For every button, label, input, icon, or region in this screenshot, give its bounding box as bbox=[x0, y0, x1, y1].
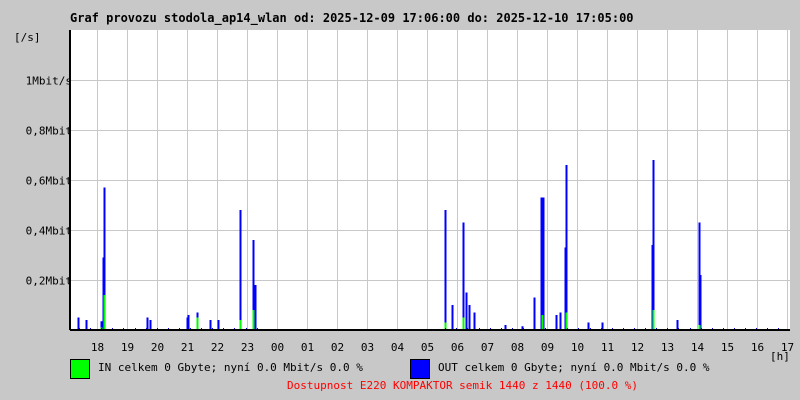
x-tick-label: 00 bbox=[271, 341, 284, 354]
x-tick-label: 22 bbox=[211, 341, 224, 354]
x-tick-label: 11 bbox=[601, 341, 614, 354]
x-tick-label: 09 bbox=[541, 341, 554, 354]
x-tick-label: 20 bbox=[151, 341, 164, 354]
y-axis-label: [/s] bbox=[14, 31, 41, 44]
x-tick-label: 23 bbox=[241, 341, 254, 354]
x-tick-label: 04 bbox=[391, 341, 405, 354]
availability-text: Dostupnost E220 KOMPAKTOR semik 1440 z 1… bbox=[287, 379, 638, 392]
x-tick-label: 05 bbox=[421, 341, 434, 354]
x-tick-label: 13 bbox=[661, 341, 674, 354]
x-tick-label: 15 bbox=[721, 341, 734, 354]
x-tick-label: 02 bbox=[331, 341, 344, 354]
x-tick-label: 14 bbox=[691, 341, 705, 354]
x-tick-label: 01 bbox=[301, 341, 314, 354]
y-tick-label: 0,8Mbit bbox=[26, 125, 72, 138]
y-tick-label: 0,4Mbit bbox=[26, 225, 72, 238]
x-tick-label: 03 bbox=[361, 341, 374, 354]
traffic-chart: 18 19 20 21 22 23 00 01 02 03 04 05 06 07 08 09 10 11 12 13… bbox=[14, 30, 794, 363]
x-tick-label: 19 bbox=[121, 341, 134, 354]
x-tick-label: 21 bbox=[181, 341, 194, 354]
y-tick-label: 0,2Mbit bbox=[26, 275, 72, 288]
x-tick-label: 08 bbox=[511, 341, 524, 354]
y-tick-label: 1Mbit/s bbox=[26, 75, 72, 88]
x-tick-label: 18 bbox=[91, 341, 104, 354]
x-tick-label: 10 bbox=[571, 341, 584, 354]
y-tick-label: 0,6Mbit bbox=[26, 175, 72, 188]
x-tick-label: 07 bbox=[481, 341, 494, 354]
x-tick-label: 06 bbox=[451, 341, 464, 354]
in-legend-swatch bbox=[70, 359, 90, 379]
in-legend-text: IN celkem 0 Gbyte; nyní 0.0 Mbit/s 0.0 % bbox=[98, 361, 363, 374]
x-axis-label: [h] bbox=[770, 350, 790, 363]
out-legend-swatch bbox=[410, 359, 430, 379]
x-tick-label: 16 bbox=[751, 341, 764, 354]
out-legend-text: OUT celkem 0 Gbyte; nyní 0.0 Mbit/s 0.0 … bbox=[438, 361, 710, 374]
x-tick-label: 12 bbox=[631, 341, 644, 354]
